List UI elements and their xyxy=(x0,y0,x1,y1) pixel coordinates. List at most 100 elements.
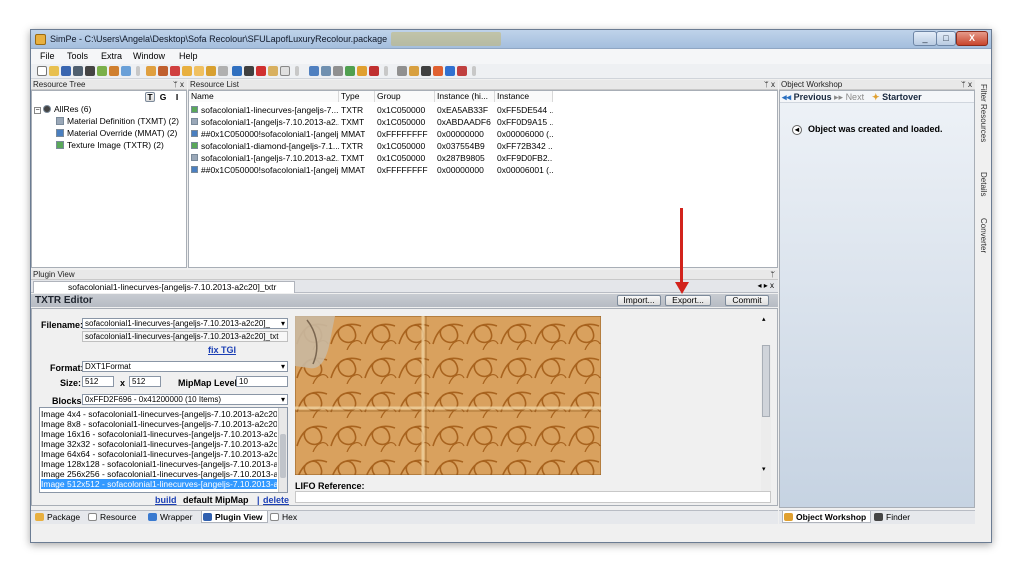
tab-object-workshop[interactable]: Object Workshop xyxy=(782,511,872,523)
table-row[interactable]: sofacolonial1-linecurves-[angeljs-7... T… xyxy=(189,104,553,116)
tab-resource[interactable]: Resource xyxy=(87,511,136,523)
grid-icon[interactable] xyxy=(333,66,343,76)
tree-root[interactable]: − AllRes (6) xyxy=(34,104,91,114)
height-input[interactable]: 512 xyxy=(129,376,161,387)
plugin-tab[interactable]: sofacolonial1-linecurves-[angeljs-7.10.2… xyxy=(33,281,295,293)
scroll-down-icon[interactable]: ▾ xyxy=(762,465,766,473)
save-as-icon[interactable] xyxy=(73,66,83,76)
heart-icon[interactable] xyxy=(457,66,467,76)
close-file-icon[interactable] xyxy=(85,66,95,76)
list-item[interactable]: Image 4x4 - sofacolonial1-linecurves-[an… xyxy=(41,409,277,419)
resource-list-pin-close[interactable]: ᛘ x xyxy=(764,80,775,90)
commit-button[interactable]: Commit xyxy=(725,295,769,306)
plugin-tab-controls[interactable]: ◂ ▸ x xyxy=(758,281,774,290)
scissors-icon[interactable] xyxy=(397,66,407,76)
list-item[interactable]: Image 256x256 - sofacolonial1-linecurves… xyxy=(41,469,277,479)
toolbar-overflow-icon[interactable] xyxy=(136,66,140,76)
link-icon[interactable] xyxy=(268,66,278,76)
tree-item-txmt[interactable]: Material Definition (TXMT) (2) xyxy=(56,116,179,126)
chevron-down-icon[interactable]: ▾ xyxy=(281,362,285,371)
bookmark-icon[interactable] xyxy=(170,66,180,76)
table-row[interactable]: sofacolonial1-[angeljs-7.10.2013-a2... T… xyxy=(189,152,553,164)
converter-tab[interactable]: Converter xyxy=(979,218,988,253)
list-item-selected[interactable]: Image 512x512 - sofacolonial1-linecurves… xyxy=(41,479,277,489)
tab-wrapper[interactable]: Wrapper xyxy=(147,511,192,523)
mipmap-image-list[interactable]: Image 4x4 - sofacolonial1-linecurves-[an… xyxy=(39,407,288,493)
editor-scrollbar[interactable]: ▴ ▾ xyxy=(761,316,771,499)
table-row[interactable]: sofacolonial1-[angeljs-7.10.2013-a2... T… xyxy=(189,116,553,128)
plugin-view-pin[interactable]: ᛘ xyxy=(770,270,775,280)
list-item[interactable]: Image 16x16 - sofacolonial1-linecurves-[… xyxy=(41,429,277,439)
save-icon[interactable] xyxy=(61,66,71,76)
list-item[interactable]: Image 64x64 - sofacolonial1-linecurves-[… xyxy=(41,449,277,459)
flag-icon[interactable] xyxy=(369,66,379,76)
collapse-icon[interactable]: − xyxy=(34,107,41,114)
resource-tree-pin-close[interactable]: ᛘ x xyxy=(173,80,184,90)
column-name[interactable]: Name xyxy=(189,91,339,102)
list-item[interactable]: Image 32x32 - sofacolonial1-linecurves-[… xyxy=(41,439,277,449)
tab-package[interactable]: Package xyxy=(34,511,80,523)
close-button[interactable]: X xyxy=(956,31,988,46)
mipmap-input[interactable]: 10 xyxy=(236,376,288,387)
notes-icon[interactable] xyxy=(206,66,216,76)
object-workshop-pin-close[interactable]: ᛘ x xyxy=(961,80,972,90)
hammer-icon[interactable] xyxy=(244,66,254,76)
scrollbar-thumb[interactable] xyxy=(762,345,770,417)
export-button[interactable]: Export... xyxy=(665,295,711,306)
table-row[interactable]: sofacolonial1-diamond-[angeljs-7.1... TX… xyxy=(189,140,553,152)
filename-full-field[interactable]: sofacolonial1-linecurves-[angeljs-7.10.2… xyxy=(82,331,288,342)
minimize-button[interactable]: _ xyxy=(913,31,937,46)
scan-icon[interactable] xyxy=(321,66,331,76)
filename-combo[interactable]: sofacolonial1-linecurves-[angeljs-7.10.2… xyxy=(82,318,288,329)
filter-instance-button[interactable]: I xyxy=(172,92,182,102)
tab-finder[interactable]: Finder xyxy=(873,511,910,523)
maximize-button[interactable]: □ xyxy=(936,31,956,46)
tab-plugin-view[interactable]: Plugin View xyxy=(201,511,268,523)
column-group[interactable]: Group xyxy=(375,91,435,102)
wrench-icon[interactable] xyxy=(109,66,119,76)
folder-icon[interactable] xyxy=(182,66,192,76)
list-item[interactable]: Image 128x128 - sofacolonial1-linecurves… xyxy=(41,459,277,469)
paint-icon[interactable] xyxy=(433,66,443,76)
format-select[interactable]: DXT1Format ▾ xyxy=(82,361,288,372)
tab-hex[interactable]: Hex xyxy=(269,511,297,523)
blocks-select[interactable]: 0xFFD2F696 - 0x41200000 (10 Items) ▾ xyxy=(82,394,288,405)
previous-button[interactable]: ◂◂ Previous xyxy=(782,92,832,103)
width-input[interactable]: 512 xyxy=(82,376,114,387)
menu-extra[interactable]: Extra xyxy=(101,51,122,61)
build-link[interactable]: build xyxy=(155,495,177,505)
list-item[interactable]: Image 8x8 - sofacolonial1-linecurves-[an… xyxy=(41,419,277,429)
open-folder-icon[interactable] xyxy=(49,66,59,76)
monitor-icon[interactable] xyxy=(309,66,319,76)
fix-tgi-link[interactable]: fix TGI xyxy=(208,345,236,355)
camera-icon[interactable] xyxy=(421,66,431,76)
menu-window[interactable]: Window xyxy=(133,51,165,61)
recycle-icon[interactable] xyxy=(97,66,107,76)
filter-resources-tab[interactable]: Filter Resources xyxy=(979,84,988,142)
list-scrollbar[interactable] xyxy=(278,408,287,492)
tree-item-txtr[interactable]: Texture Image (TXTR) (2) xyxy=(56,140,164,150)
delete-icon[interactable] xyxy=(256,66,266,76)
column-type[interactable]: Type xyxy=(339,91,375,102)
toolbar-overflow-icon[interactable] xyxy=(295,66,299,76)
new-file-icon[interactable] xyxy=(37,66,47,76)
scroll-up-icon[interactable]: ▴ xyxy=(762,315,766,323)
column-instance[interactable]: Instance xyxy=(495,91,553,102)
chevron-down-icon[interactable]: ▾ xyxy=(281,395,285,404)
lightbulb-icon[interactable] xyxy=(357,66,367,76)
toolbar-overflow-icon[interactable] xyxy=(472,66,476,76)
filter-type-button[interactable]: T xyxy=(145,92,155,102)
delete-link[interactable]: delete xyxy=(263,495,289,505)
table-row[interactable]: ##0x1C050000!sofacolonial1-[angelj... MM… xyxy=(189,128,553,140)
menu-file[interactable]: File xyxy=(40,51,55,61)
tree-item-mmat[interactable]: Material Override (MMAT) (2) xyxy=(56,128,177,138)
star-icon[interactable] xyxy=(194,66,204,76)
plugin-icon[interactable] xyxy=(158,66,168,76)
eraser-icon[interactable] xyxy=(280,66,290,76)
document-icon[interactable] xyxy=(218,66,228,76)
details-tab[interactable]: Details xyxy=(979,172,988,196)
package-icon[interactable] xyxy=(146,66,156,76)
import-button[interactable]: Import... xyxy=(617,295,661,306)
menu-tools[interactable]: Tools xyxy=(67,51,88,61)
scrollbar-thumb[interactable] xyxy=(280,434,286,478)
